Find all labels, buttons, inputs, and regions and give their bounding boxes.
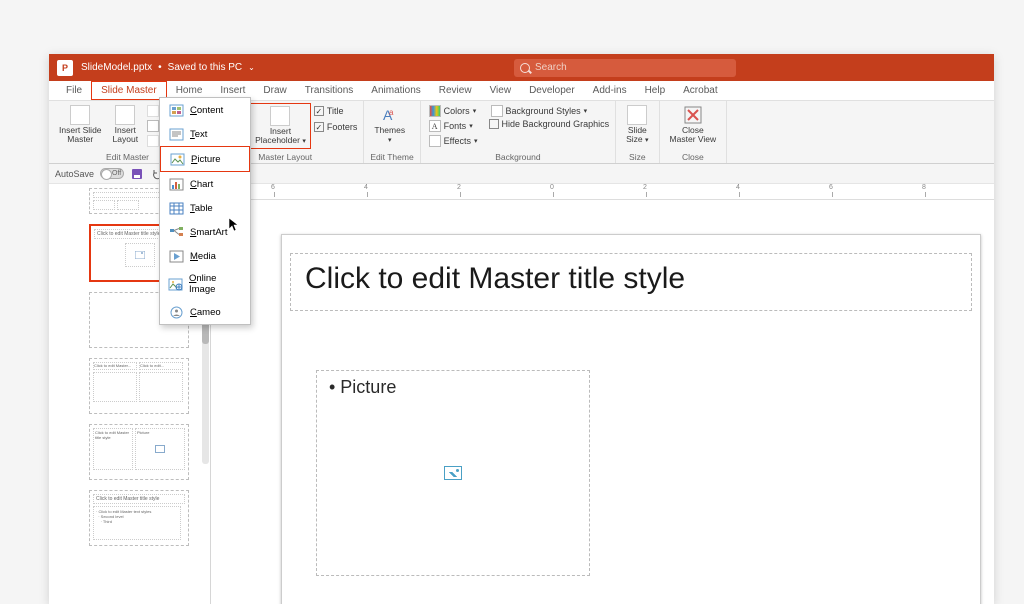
svg-text:a: a bbox=[389, 108, 394, 117]
layout-thumb[interactable]: Click to edit Master title style · Click… bbox=[89, 490, 189, 546]
autosave-label: AutoSave bbox=[55, 169, 94, 179]
group-size: Slide Size ▾ Size bbox=[616, 101, 659, 163]
tab-acrobat[interactable]: Acrobat bbox=[674, 82, 726, 99]
menu-item-content[interactable]: Content bbox=[160, 98, 250, 122]
tab-file[interactable]: File bbox=[57, 82, 91, 99]
menu-item-chart[interactable]: Chart bbox=[160, 172, 250, 196]
group-edit-theme: Aa Themes▾ Edit Theme bbox=[364, 101, 420, 163]
group-background: Colors ▾ AFonts ▾ Effects ▾ Background S… bbox=[421, 101, 616, 163]
menu-item-online-image[interactable]: Online Image bbox=[160, 268, 250, 300]
title-placeholder[interactable]: Click to edit Master title style bbox=[290, 253, 972, 311]
tab-review[interactable]: Review bbox=[430, 82, 481, 99]
hide-bg-checkbox[interactable]: Hide Background Graphics bbox=[489, 119, 610, 129]
media-icon bbox=[168, 249, 184, 263]
insert-layout-button[interactable]: Insert Layout bbox=[109, 103, 143, 147]
layout-thumb[interactable]: Click to edit Master...Click to edit... bbox=[89, 358, 189, 414]
text-icon bbox=[168, 127, 184, 141]
search-placeholder: Search bbox=[535, 62, 567, 73]
online-icon bbox=[168, 277, 183, 291]
themes-button[interactable]: Aa Themes▾ bbox=[370, 103, 409, 147]
save-icon[interactable] bbox=[130, 167, 144, 181]
autosave-toggle[interactable]: Off bbox=[100, 168, 124, 179]
group-close: Close Master View Close bbox=[660, 101, 728, 163]
titlebar: P SlideModel.pptx • Saved to this PC ⌄ S… bbox=[49, 54, 994, 81]
menu-item-cameo[interactable]: Cameo bbox=[160, 300, 250, 324]
fonts-button[interactable]: AFonts ▾ bbox=[427, 119, 480, 133]
save-state: Saved to this PC bbox=[168, 62, 242, 73]
insert-placeholder-menu[interactable]: ContentTextPictureChartTableSmartArtMedi… bbox=[159, 97, 251, 325]
tab-animations[interactable]: Animations bbox=[362, 82, 429, 99]
smartart-icon bbox=[168, 225, 184, 239]
tab-draw[interactable]: Draw bbox=[254, 82, 295, 99]
picture-icon bbox=[444, 466, 462, 480]
ruler-horizontal: 64202468 bbox=[211, 184, 994, 200]
menu-item-picture[interactable]: Picture bbox=[160, 146, 250, 172]
menu-item-table[interactable]: Table bbox=[160, 196, 250, 220]
slide-size-button[interactable]: Slide Size ▾ bbox=[622, 103, 652, 147]
doc-name: SlideModel.pptx bbox=[81, 62, 152, 73]
tab-developer[interactable]: Developer bbox=[520, 82, 584, 99]
chart-icon bbox=[168, 177, 184, 191]
search-icon bbox=[520, 63, 530, 73]
canvas-area[interactable]: 64202468 Click to edit Master title styl… bbox=[211, 184, 994, 604]
search-box[interactable]: Search bbox=[514, 59, 736, 77]
table-icon bbox=[168, 201, 184, 215]
tab-slide-master[interactable]: Slide Master bbox=[91, 81, 167, 100]
picture-placeholder[interactable]: • Picture bbox=[316, 370, 590, 576]
bg-styles-button[interactable]: Background Styles ▾ bbox=[489, 104, 610, 118]
tab-view[interactable]: View bbox=[481, 82, 521, 99]
footers-checkbox[interactable]: ✓Footers bbox=[314, 122, 358, 132]
title-checkbox[interactable]: ✓Title bbox=[314, 106, 358, 116]
menu-item-text[interactable]: Text bbox=[160, 122, 250, 146]
picture-icon bbox=[169, 152, 185, 166]
colors-button[interactable]: Colors ▾ bbox=[427, 104, 480, 118]
cursor-icon bbox=[229, 218, 241, 237]
close-master-view-button[interactable]: Close Master View bbox=[666, 103, 721, 147]
tab-add-ins[interactable]: Add-ins bbox=[584, 82, 636, 99]
tab-transitions[interactable]: Transitions bbox=[296, 82, 363, 99]
app-icon: P bbox=[57, 60, 73, 76]
insert-placeholder-button[interactable]: Insert Placeholder ▾ bbox=[250, 103, 311, 149]
chevron-down-icon[interactable]: ⌄ bbox=[248, 63, 255, 72]
menu-item-media[interactable]: Media bbox=[160, 244, 250, 268]
effects-button[interactable]: Effects ▾ bbox=[427, 134, 480, 148]
content-icon bbox=[168, 103, 184, 117]
tab-help[interactable]: Help bbox=[636, 82, 675, 99]
cameo-icon bbox=[168, 305, 184, 319]
close-icon bbox=[683, 105, 703, 125]
layout-thumb[interactable]: Click to edit Mastertitle stylePicture bbox=[89, 424, 189, 480]
insert-slide-master-button[interactable]: Insert Slide Master bbox=[55, 103, 106, 147]
slide-canvas[interactable]: Click to edit Master title style • Pictu… bbox=[281, 234, 981, 604]
